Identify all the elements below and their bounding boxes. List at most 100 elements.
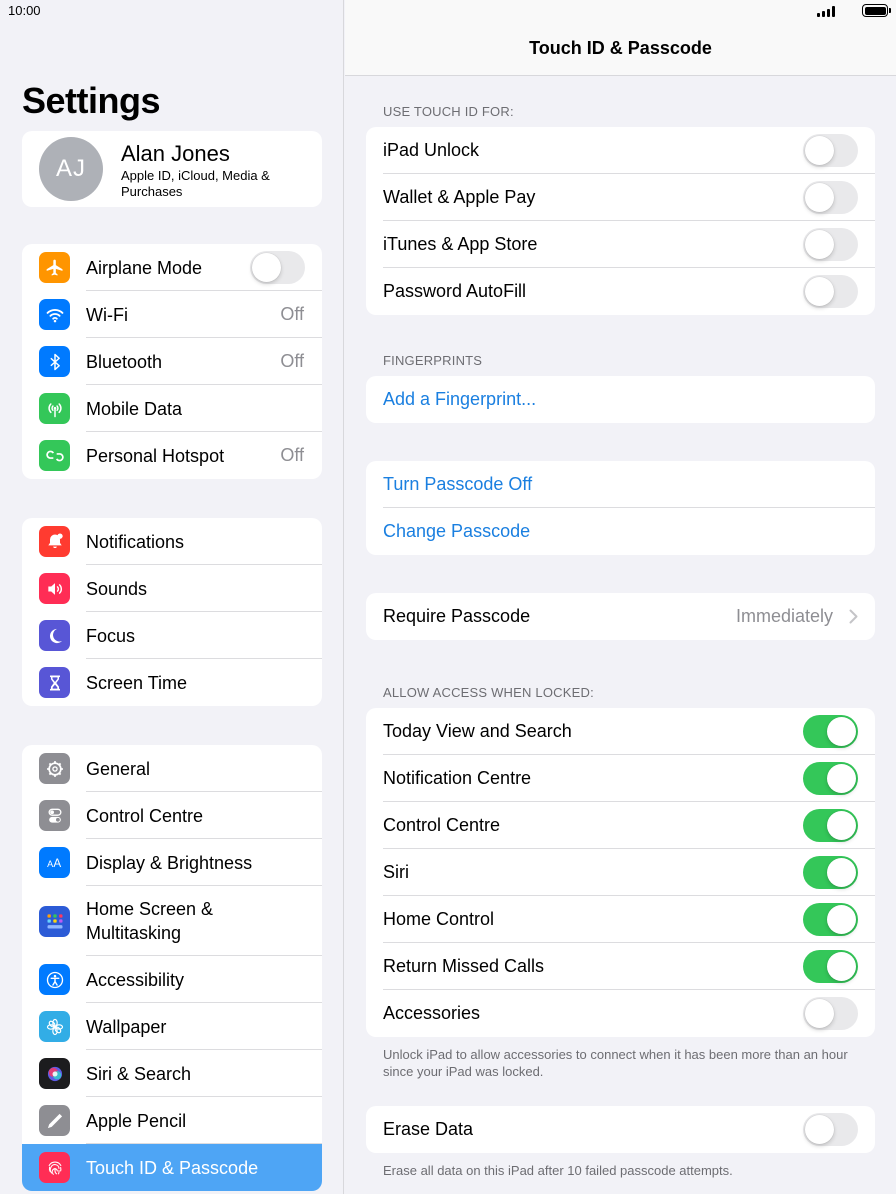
sidebar-item-label: Notifications [86,531,185,552]
airplane-icon [39,252,70,283]
gear-icon [39,753,70,784]
sidebar-item-control-centre[interactable]: Control Centre [22,792,322,839]
accessories-row: Accessories [366,990,875,1037]
hotspot-status: Off [280,445,304,465]
return-missed-calls-toggle[interactable] [803,950,858,983]
profile-name: Alan Jones [121,141,230,166]
flower-icon [39,1011,70,1042]
control-centre-toggle[interactable] [803,809,858,842]
row-label: Require Passcode [383,606,531,626]
control-centre-row: Control Centre [366,802,875,849]
airplane-mode-toggle[interactable] [250,251,305,284]
sidebar-item-label: Siri & Search [86,1063,192,1084]
text-size-icon: AA [39,847,70,878]
password-autofill-toggle[interactable] [803,275,858,308]
sidebar-item-accessibility[interactable]: Accessibility [22,956,322,1003]
sidebar-item-label: Focus [86,625,136,646]
sidebar-item-touch-id-passcode[interactable]: Touch ID & Passcode [22,1144,322,1191]
sidebar-item-label: Wi-Fi [86,304,128,325]
sidebar-item-label: Personal Hotspot [86,445,225,466]
passcode-group: Turn Passcode Off Change Passcode [366,461,875,555]
home-control-toggle[interactable] [803,903,858,936]
sidebar-item-label: Mobile Data [86,398,183,419]
profile-card[interactable]: AJ Alan Jones Apple ID, iCloud, Media & … [22,131,322,207]
section-header-allow-access: ALLOW ACCESS WHEN LOCKED: [383,685,594,700]
sidebar-item-apple-pencil[interactable]: Apple Pencil [22,1097,322,1144]
sidebar-item-mobile-data[interactable]: Mobile Data [22,385,322,432]
allow-access-group: Today View and Search Notification Centr… [366,708,875,1037]
sidebar-item-general[interactable]: General [22,745,322,792]
today-view-row: Today View and Search [366,708,875,755]
require-passcode-value: Immediately [735,606,833,626]
accessories-toggle[interactable] [803,997,858,1030]
bluetooth-icon [39,346,70,377]
sidebar-item-airplane-mode[interactable]: Airplane Mode [22,244,322,291]
sidebar-item-display-brightness[interactable]: AA Display & Brightness [22,839,322,886]
chevron-right-icon [849,609,858,624]
erase-data-group: Erase Data [366,1106,875,1153]
require-passcode-row[interactable]: Require Passcode Immediately [366,593,875,640]
sidebar-group-notifications: Notifications Sounds Focus Screen Time [22,518,322,706]
sidebar-item-label: Sounds [86,578,148,599]
row-label: iPad Unlock [383,140,480,160]
itunes-app-store-row: iTunes & App Store [366,221,875,268]
sidebar-item-wifi[interactable]: Wi-Fi Off [22,291,322,338]
sidebar-item-screen-time[interactable]: Screen Time [22,659,322,706]
wallet-apple-pay-toggle[interactable] [803,181,858,214]
sidebar-item-focus[interactable]: Focus [22,612,322,659]
cellular-signal-icon [817,5,837,17]
row-label: Siri [383,862,409,882]
ipad-unlock-toggle[interactable] [803,134,858,167]
siri-toggle[interactable] [803,856,858,889]
return-missed-calls-row: Return Missed Calls [366,943,875,990]
row-label: Control Centre [383,815,501,835]
fingerprints-group: Add a Fingerprint... [366,376,875,423]
sidebar-item-label: General [86,758,151,779]
switches-icon [39,800,70,831]
sidebar-group-general: General Control Centre AA Display & Brig… [22,745,322,1191]
moon-icon [39,620,70,651]
add-fingerprint-label: Add a Fingerprint... [383,389,537,409]
sidebar-item-personal-hotspot[interactable]: Personal Hotspot Off [22,432,322,479]
sidebar-item-label: Bluetooth [86,351,163,372]
pencil-icon [39,1105,70,1136]
sidebar-item-label: Wallpaper [86,1016,167,1037]
itunes-app-store-toggle[interactable] [803,228,858,261]
add-fingerprint-button[interactable]: Add a Fingerprint... [366,376,875,423]
today-view-toggle[interactable] [803,715,858,748]
status-time: 10:00 [8,3,41,18]
accessibility-icon [39,964,70,995]
row-label: Accessories [383,1003,481,1023]
row-label: Notification Centre [383,768,532,788]
home-control-row: Home Control [366,896,875,943]
turn-passcode-off-label: Turn Passcode Off [383,474,533,494]
section-header-use-touch-id: USE TOUCH ID FOR: [383,104,514,119]
fingerprint-icon [39,1152,70,1183]
antenna-icon [39,393,70,424]
sidebar-item-label: Screen Time [86,672,188,693]
sidebar-item-notifications[interactable]: Notifications [22,518,322,565]
avatar: AJ [39,137,103,201]
accessories-footer: Unlock iPad to allow accessories to conn… [383,1047,848,1079]
sidebar-item-siri-search[interactable]: Siri & Search [22,1050,322,1097]
sidebar-item-home-screen[interactable]: Home Screen & Multitasking [22,886,322,956]
detail-pane: Touch ID & Passcode USE TOUCH ID FOR: iP… [345,0,896,1194]
page-title: Touch ID & Passcode [529,38,712,58]
sidebar-item-wallpaper[interactable]: Wallpaper [22,1003,322,1050]
sidebar-item-bluetooth[interactable]: Bluetooth Off [22,338,322,385]
erase-data-toggle[interactable] [803,1113,858,1146]
row-label: Erase Data [383,1119,474,1139]
bluetooth-status: Off [280,351,304,371]
use-touch-id-group: iPad Unlock Wallet & Apple Pay iTunes & … [366,127,875,315]
password-autofill-row: Password AutoFill [366,268,875,315]
row-label: Home Control [383,909,495,929]
turn-passcode-off-button[interactable]: Turn Passcode Off [366,461,875,508]
notification-centre-toggle[interactable] [803,762,858,795]
row-label: Password AutoFill [383,281,527,301]
row-label: Today View and Search [383,721,572,741]
section-header-fingerprints: FINGERPRINTS [383,353,483,368]
sidebar-item-sounds[interactable]: Sounds [22,565,322,612]
ipad-unlock-row: iPad Unlock [366,127,875,174]
change-passcode-button[interactable]: Change Passcode [366,508,875,555]
sidebar-group-connectivity: Airplane Mode Wi-Fi Off Bluetooth Off Mo… [22,244,322,479]
